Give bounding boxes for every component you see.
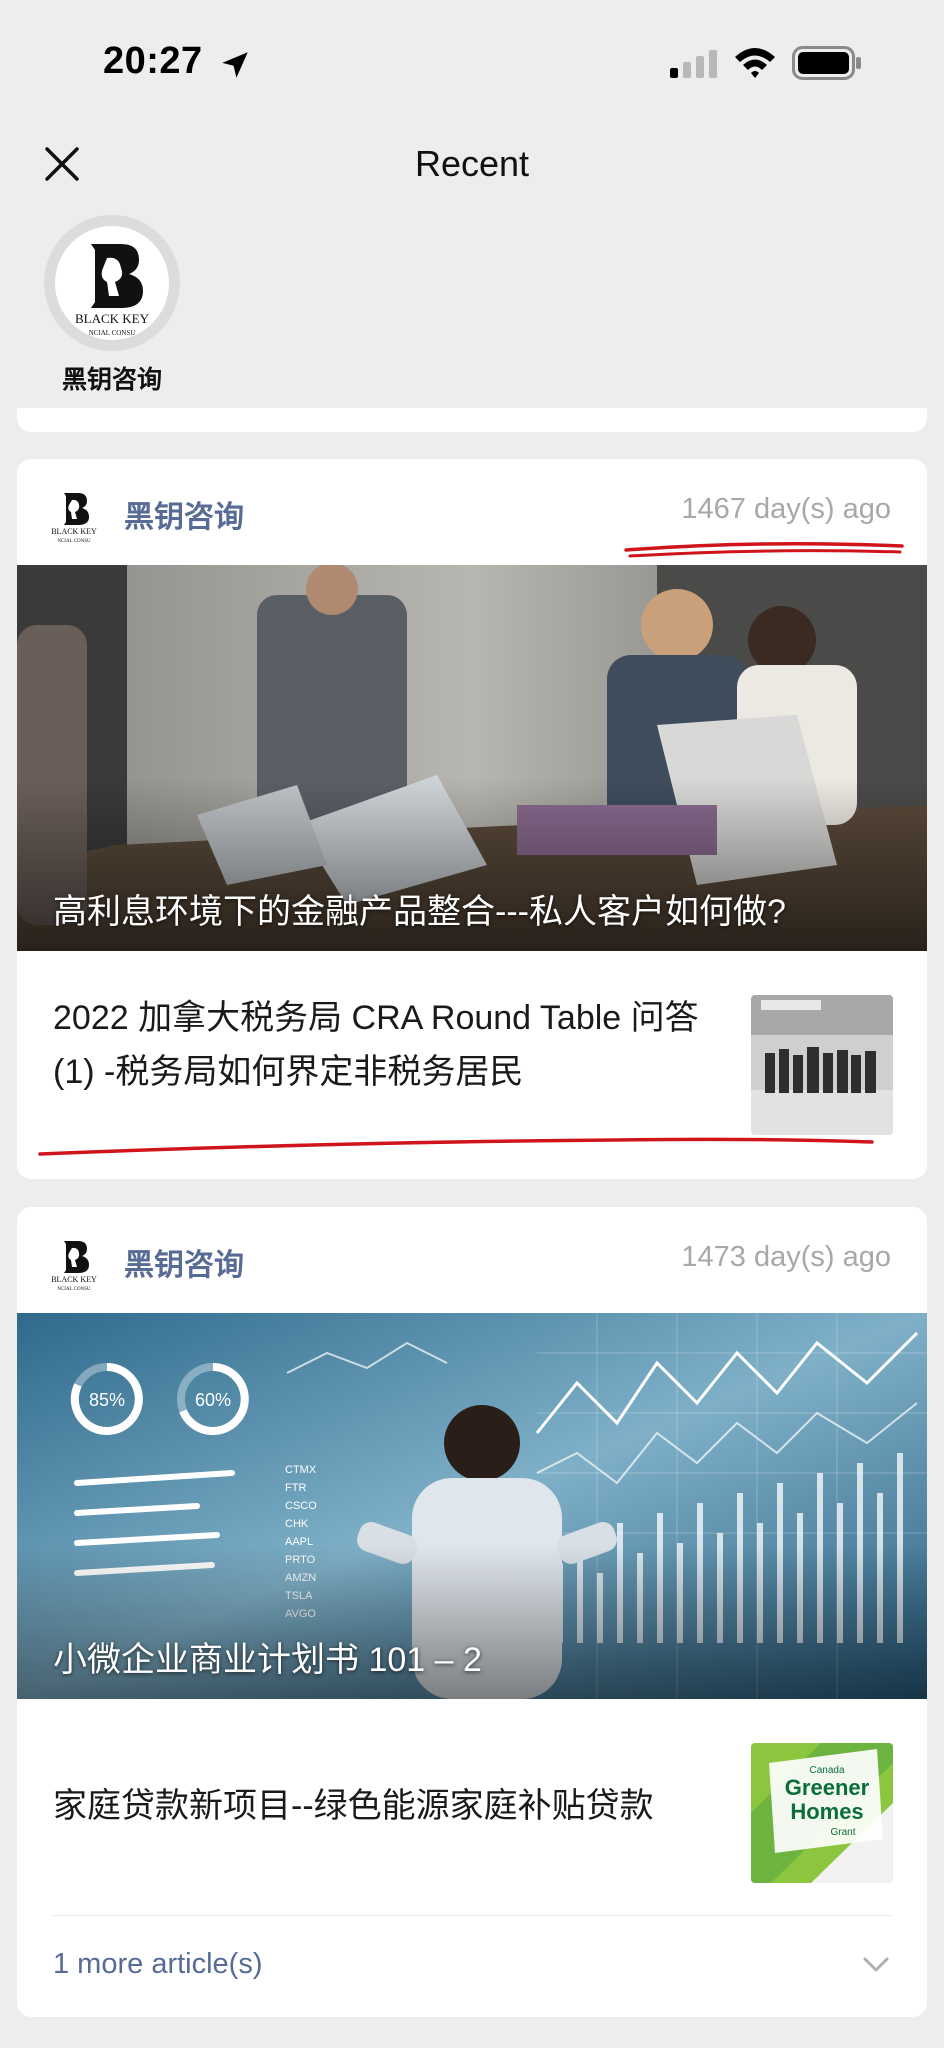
status-bar: 20:27 [0, 0, 944, 130]
thumb-label: Grant [830, 1827, 855, 1838]
svg-text:NCIAL CONSU: NCIAL CONSU [89, 329, 136, 337]
more-articles-toggle[interactable]: 1 more article(s) [17, 1916, 927, 2016]
chevron-down-icon [863, 1957, 889, 1972]
hero-title: 小微企业商业计划书 101 – 2 [53, 1641, 482, 1679]
article-thumbnail [751, 995, 893, 1135]
black-key-logo: BLACK KEY NCIAL CONSU [75, 244, 150, 337]
thumb-label: Homes [790, 1799, 863, 1824]
more-articles-label: 1 more article(s) [53, 1948, 263, 1980]
post-header: BLACK KEY NCIAL CONSU 黑钥咨询 1467 day(s) a… [17, 459, 927, 565]
article-item[interactable]: 家庭贷款新项目--绿色能源家庭补贴贷款 Canada Greener Homes… [17, 1699, 927, 1915]
page-title: Recent [414, 143, 530, 184]
battery-icon [792, 46, 861, 80]
location-arrow-icon [222, 52, 248, 78]
article-thumbnail: Canada Greener Homes Grant [751, 1743, 893, 1883]
post-time: 1473 day(s) ago [681, 1241, 891, 1273]
thumb-label: Greener [785, 1775, 870, 1800]
post-header: BLACK KEY NCIAL CONSU 黑钥咨询 1473 day(s) a… [17, 1207, 927, 1313]
source-logo-icon: BLACK KEY NCIAL CONSU [51, 493, 97, 544]
crowd-photo [751, 995, 893, 1135]
clock: 20:27 [103, 40, 203, 82]
post-card: BLACK KEY NCIAL CONSU 黑钥咨询 1473 day(s) a… [17, 1207, 927, 2017]
cellular-signal-icon [670, 50, 717, 78]
svg-text:NCIAL CONSU: NCIAL CONSU [57, 539, 91, 544]
previous-card-stub [17, 408, 927, 432]
article-item[interactable]: 2022 加拿大税务局 CRA Round Table 问答 (1) -税务局如… [17, 951, 927, 1179]
svg-text:BLACK KEY: BLACK KEY [75, 311, 150, 326]
source-name[interactable]: 黑钥咨询 [124, 1240, 244, 1284]
post-card: BLACK KEY NCIAL CONSU 黑钥咨询 1467 day(s) a… [17, 459, 927, 1179]
hero-title: 高利息环境下的金融产品整合---私人客户如何做? [53, 893, 786, 931]
greener-homes-thumbnail: Canada Greener Homes Grant [751, 1743, 893, 1883]
svg-text:BLACK KEY: BLACK KEY [51, 527, 97, 536]
post-time: 1467 day(s) ago [681, 493, 891, 525]
hero-article[interactable]: 85% 60% CTMX FTR CSCO CHK AAPL PRTO AMZN… [17, 1313, 927, 1699]
account-avatar[interactable]: BLACK KEY NCIAL CONSU [44, 215, 180, 351]
source-name[interactable]: 黑钥咨询 [124, 492, 244, 536]
svg-text:BLACK KEY: BLACK KEY [51, 1275, 97, 1284]
article-title: 家庭贷款新项目--绿色能源家庭补贴贷款 [53, 1787, 654, 1825]
article-title: 2022 加拿大税务局 CRA Round Table 问答 (1) -税务局如… [53, 999, 699, 1091]
hero-article[interactable]: 高利息环境下的金融产品整合---私人客户如何做? [17, 565, 927, 951]
wifi-icon [735, 48, 775, 78]
svg-text:NCIAL CONSU: NCIAL CONSU [57, 1287, 91, 1292]
source-logo-icon: BLACK KEY NCIAL CONSU [51, 1241, 97, 1292]
account-name[interactable]: 黑钥咨询 [30, 360, 194, 396]
